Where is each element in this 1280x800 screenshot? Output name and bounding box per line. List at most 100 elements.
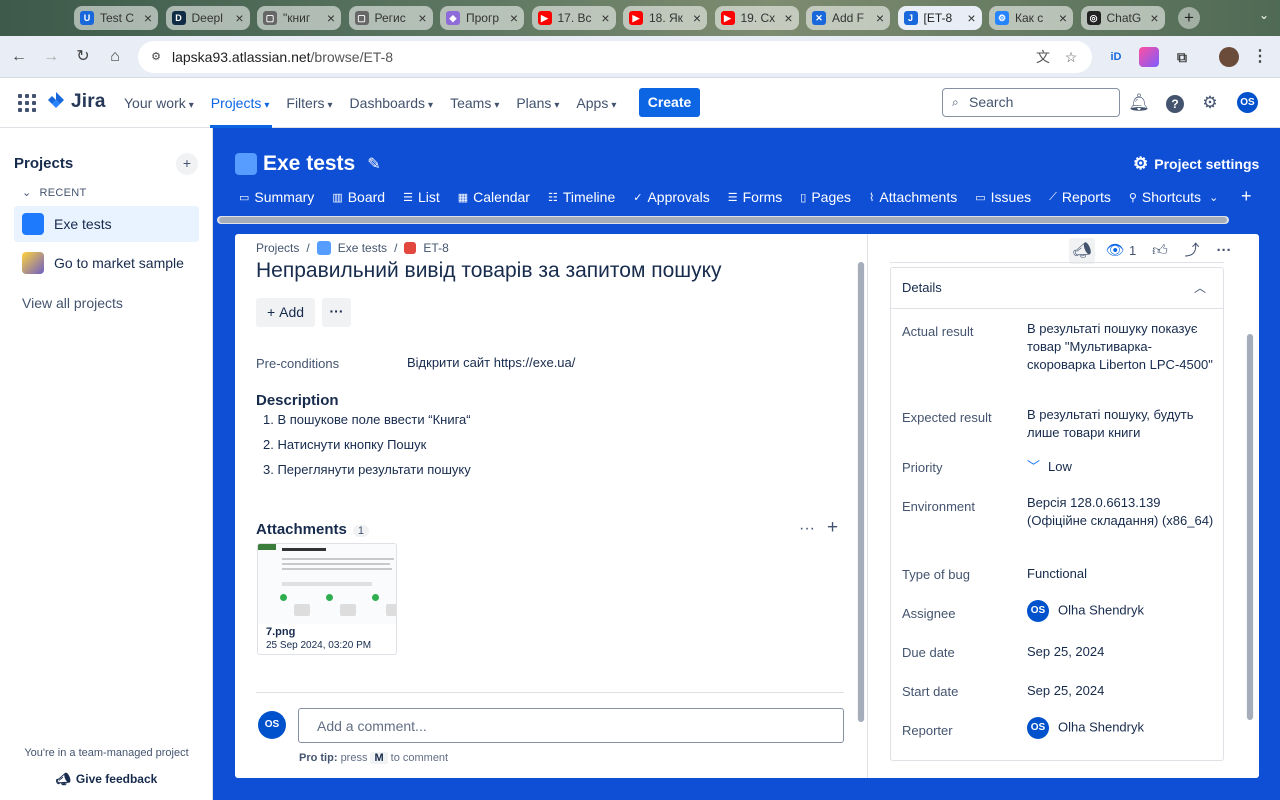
browser-tab[interactable]: ▶ 17. Вс ×: [531, 6, 616, 30]
add-attachment-icon[interactable]: +: [827, 517, 838, 539]
profile-avatar[interactable]: [1219, 47, 1239, 67]
sidebar-item-exe-tests[interactable]: Exe tests: [14, 206, 199, 242]
browser-tab[interactable]: J [ET-8 ×: [897, 6, 982, 30]
home-icon[interactable]: ⌂: [104, 46, 126, 68]
attachment-card[interactable]: 7.png 25 Sep 2024, 03:20 PM: [257, 543, 397, 655]
project-settings-button[interactable]: ⚙ Project settings: [1133, 154, 1259, 174]
browser-tab[interactable]: ▢ Регис ×: [348, 6, 433, 30]
nav-item-teams[interactable]: Teams ▾: [450, 95, 499, 111]
nav-item-dashboards[interactable]: Dashboards ▾: [350, 95, 434, 111]
pane-divider[interactable]: [867, 234, 868, 778]
close-tab-icon[interactable]: ×: [418, 10, 426, 26]
edit-theme-icon[interactable]: ✎: [367, 154, 380, 174]
issue-title[interactable]: Неправильний вивід товарів за запитом по…: [256, 259, 722, 283]
bookmark-star-icon[interactable]: ☆: [1062, 48, 1080, 66]
jira-logo[interactable]: Jira: [46, 91, 106, 113]
back-icon[interactable]: ←: [8, 46, 30, 68]
url-text[interactable]: lapska93.atlassian.net/browse/ET-8: [172, 49, 393, 65]
notifications-icon[interactable]: 🔔︎: [1128, 92, 1150, 114]
more-actions-button[interactable]: ···: [322, 298, 351, 327]
sidebar-item-go-to-market[interactable]: Go to market sample: [14, 245, 199, 281]
add-project-button[interactable]: +: [176, 153, 198, 175]
watch-button[interactable]: 👁︎ 1: [1101, 238, 1141, 264]
environment-value[interactable]: Версія 128.0.6613.139 (Офіційне складанн…: [1027, 494, 1217, 530]
create-button[interactable]: Create: [639, 88, 700, 117]
extension-icon[interactable]: [1139, 47, 1159, 67]
details-header[interactable]: Details ︿: [891, 268, 1223, 309]
close-tab-icon[interactable]: ×: [1150, 10, 1158, 26]
nav-item-projects[interactable]: Projects ▾: [211, 95, 270, 111]
more-icon[interactable]: ···: [1211, 238, 1237, 264]
app-switcher-icon[interactable]: [18, 94, 36, 112]
tab-attachments[interactable]: ⌇ Attachments: [869, 189, 957, 205]
priority-value[interactable]: ﹀ Low: [1027, 458, 1217, 476]
browser-tab[interactable]: D Deepl ×: [165, 6, 250, 30]
browser-tab[interactable]: U Test C ×: [74, 6, 158, 30]
browser-tab[interactable]: ▶ 18. Як ×: [623, 6, 707, 30]
browser-tab[interactable]: ⚙ Как с ×: [989, 6, 1073, 30]
forward-icon[interactable]: →: [40, 46, 62, 68]
breadcrumb-issue-key[interactable]: ET-8: [423, 241, 448, 255]
close-tab-icon[interactable]: ×: [967, 10, 975, 26]
comment-box[interactable]: [298, 708, 844, 743]
extension-icon[interactable]: iD: [1106, 47, 1126, 67]
share-icon[interactable]: ⤴: [1179, 238, 1205, 264]
tab-list[interactable]: ☰ List: [403, 189, 440, 205]
tab-search-icon[interactable]: ⌄: [1254, 8, 1274, 28]
address-bar[interactable]: ⚙ lapska93.atlassian.net/browse/ET-8 文 ☆: [138, 41, 1092, 73]
give-feedback-button[interactable]: 📣︎ Give feedback: [0, 772, 213, 786]
settings-gear-icon[interactable]: ⚙: [1199, 92, 1221, 114]
add-button[interactable]: + Add: [256, 298, 315, 327]
actual-result-value[interactable]: В результаті пошуку показує товар "Мульт…: [1027, 320, 1217, 374]
start-date-value[interactable]: Sep 25, 2024: [1027, 682, 1217, 700]
extensions-puzzle-icon[interactable]: ⧉: [1172, 47, 1192, 67]
tab-timeline[interactable]: ☷ Timeline: [548, 189, 615, 205]
browser-tab[interactable]: ◎ ChatG ×: [1080, 6, 1165, 30]
browser-tab[interactable]: ◆ Прогр ×: [440, 6, 524, 30]
add-tab-button[interactable]: +: [1241, 186, 1252, 207]
close-tab-icon[interactable]: ×: [784, 10, 792, 26]
close-tab-icon[interactable]: ×: [693, 10, 701, 26]
tab-board[interactable]: ▥ Board: [332, 189, 385, 205]
browser-tab[interactable]: ✕ Add F ×: [806, 6, 890, 30]
view-all-projects-link[interactable]: View all projects: [22, 295, 123, 311]
due-date-value[interactable]: Sep 25, 2024: [1027, 643, 1217, 661]
breadcrumb-project[interactable]: Exe tests: [338, 241, 387, 255]
attachments-more-icon[interactable]: ···: [799, 520, 815, 538]
feedback-megaphone-icon[interactable]: 📣︎: [1069, 238, 1095, 264]
recent-section-toggle[interactable]: ⌄ RECENT: [22, 186, 87, 199]
assignee-value[interactable]: OS Olha Shendryk: [1027, 600, 1217, 622]
nav-item-plans[interactable]: Plans ▾: [516, 95, 559, 111]
user-avatar[interactable]: OS: [1237, 92, 1258, 113]
tab-pages[interactable]: ▯ Pages: [800, 189, 851, 205]
nav-item-your-work[interactable]: Your work ▾: [124, 95, 194, 111]
browser-tab[interactable]: ▢ "книг ×: [257, 6, 341, 30]
search-input[interactable]: [969, 94, 1109, 110]
tab-approvals[interactable]: ✓ Approvals: [633, 189, 709, 205]
description-body[interactable]: 1. В пошукове поле ввести “Книга“ 2. Нат…: [263, 412, 471, 487]
close-tab-icon[interactable]: ×: [876, 10, 884, 26]
tab-calendar[interactable]: ▦ Calendar: [458, 189, 530, 205]
left-pane-scrollbar[interactable]: [857, 262, 865, 722]
horizontal-scrollbar[interactable]: [217, 216, 1229, 224]
right-pane-scrollbar[interactable]: [1246, 334, 1254, 720]
reload-icon[interactable]: ↻: [72, 46, 94, 68]
close-tab-icon[interactable]: ×: [1059, 10, 1067, 26]
site-info-icon[interactable]: ⚙: [148, 49, 164, 65]
breadcrumb-projects[interactable]: Projects: [256, 241, 299, 255]
tab-reports[interactable]: ⟋ Reports: [1049, 189, 1111, 205]
new-tab-button[interactable]: +: [1178, 7, 1200, 29]
like-icon[interactable]: 👍︎: [1147, 238, 1173, 264]
help-icon[interactable]: ?: [1164, 92, 1186, 114]
close-tab-icon[interactable]: ×: [510, 10, 518, 26]
expected-result-value[interactable]: В результаті пошуку, будуть лише товари …: [1027, 406, 1217, 442]
comment-input[interactable]: [299, 709, 843, 742]
preconditions-value[interactable]: Відкрити сайт https://exe.ua/: [407, 355, 575, 370]
close-tab-icon[interactable]: ×: [601, 10, 609, 26]
translate-icon[interactable]: 文: [1034, 48, 1052, 66]
browser-tab[interactable]: ▶ 19. Сх ×: [714, 6, 799, 30]
search-field[interactable]: ⌕: [942, 88, 1120, 117]
tab-summary[interactable]: ▭ Summary: [239, 189, 314, 205]
nav-item-filters[interactable]: Filters ▾: [286, 95, 332, 111]
browser-menu-icon[interactable]: ⋮: [1250, 47, 1270, 67]
